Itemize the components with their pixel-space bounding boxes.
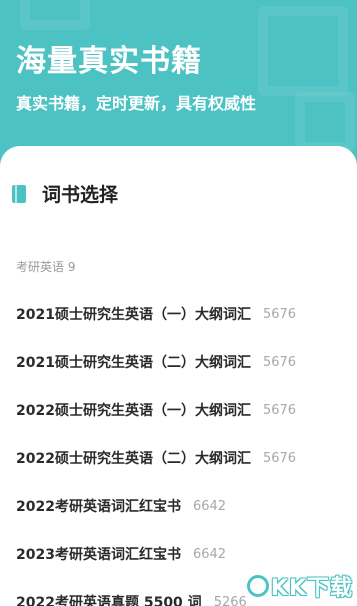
book-name: 2022硕士研究生英语（二）大纲词汇 (16, 451, 251, 467)
book-item[interactable]: 2022硕士研究生英语（二）大纲词汇 5676 (16, 434, 346, 482)
decor-shape (20, 0, 90, 30)
section-header: 词书选择 (12, 180, 118, 207)
watermark-text: KK下载 (270, 576, 353, 601)
word-count: 5676 (262, 402, 297, 418)
site-watermark: KK下载 (246, 570, 353, 602)
watermark-logo-icon (246, 575, 269, 597)
word-count: 5676 (262, 450, 297, 466)
book-list: 2021硕士研究生英语（一）大纲词汇 5676 2021硕士研究生英语（二）大纲… (16, 290, 346, 606)
book-item[interactable]: 2021硕士研究生英语（一）大纲词汇 5676 (16, 290, 346, 338)
book-selection-card: 词书选择 考研英语 9 2021硕士研究生英语（一）大纲词汇 5676 2021… (0, 146, 357, 606)
word-count: 5266 (213, 594, 247, 606)
book-name: 2022硕士研究生英语（一）大纲词汇 (16, 403, 251, 419)
decor-shape (258, 6, 348, 96)
book-icon (12, 184, 26, 203)
word-count: 6642 (192, 546, 227, 562)
book-name: 2022考研英语真题 5500 词 (16, 595, 202, 606)
book-name: 2021硕士研究生英语（二）大纲词汇 (16, 355, 251, 371)
book-item[interactable]: 2022硕士研究生英语（一）大纲词汇 5676 (16, 386, 346, 434)
header-subtitle: 真实书籍，定时更新，具有权威性 (16, 94, 257, 113)
word-count: 6642 (192, 498, 227, 514)
header-title: 海量真实书籍 (16, 44, 202, 79)
section-title: 词书选择 (42, 184, 119, 206)
group-label: 考研英语 9 (16, 260, 76, 274)
decor-shape (295, 92, 355, 152)
book-item[interactable]: 2022考研英语词汇红宝书 6642 (16, 482, 346, 530)
book-name: 2023考研英语词汇红宝书 (16, 547, 181, 563)
word-count: 5676 (262, 354, 297, 370)
book-name: 2021硕士研究生英语（一）大纲词汇 (16, 307, 251, 323)
book-item[interactable]: 2021硕士研究生英语（二）大纲词汇 5676 (16, 338, 346, 386)
word-count: 5676 (262, 306, 297, 322)
header-banner: 海量真实书籍 真实书籍，定时更新，具有权威性 (0, 0, 357, 170)
book-name: 2022考研英语词汇红宝书 (16, 499, 181, 515)
